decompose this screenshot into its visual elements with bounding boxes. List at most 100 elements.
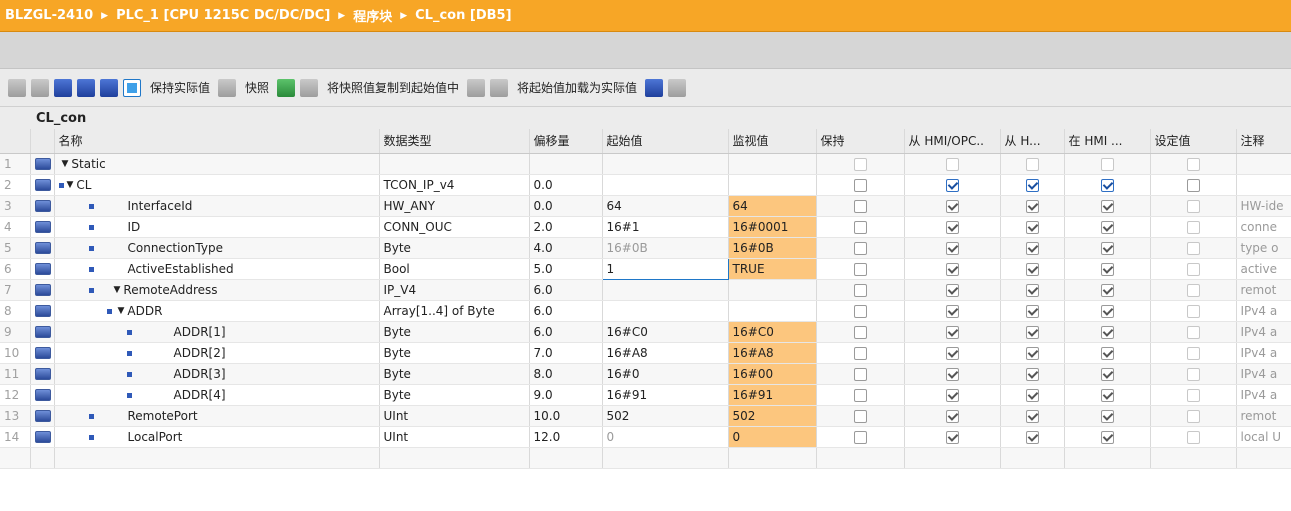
copy-snapshot-all-icon[interactable] xyxy=(300,78,319,97)
setpoint-checkbox[interactable] xyxy=(1186,220,1200,234)
hmi-accessible-checkbox[interactable] xyxy=(945,241,959,255)
retain-checkbox[interactable] xyxy=(853,430,867,444)
collapse-arrow-icon[interactable]: ▼ xyxy=(62,159,69,169)
col-monitor-value[interactable]: 监视值 xyxy=(728,129,817,154)
hmi-writable-checkbox[interactable] xyxy=(1025,346,1039,360)
retain-checkbox[interactable] xyxy=(853,220,867,234)
col-hmi-accessible[interactable]: 从 HMI/OPC.. xyxy=(904,129,1001,154)
snapshot-button[interactable]: 快照 xyxy=(245,79,269,96)
insert-row-icon[interactable] xyxy=(8,78,26,97)
hmi-accessible-checkbox[interactable] xyxy=(945,325,959,339)
monitor-all-icon[interactable] xyxy=(123,78,141,97)
hmi-visible-checkbox[interactable] xyxy=(1100,388,1114,402)
setpoint-checkbox[interactable] xyxy=(1186,304,1200,318)
hmi-writable-checkbox[interactable] xyxy=(1025,283,1039,297)
collapse-arrow-icon[interactable]: ▼ xyxy=(114,285,121,295)
copy-snapshot-icon[interactable] xyxy=(277,78,296,97)
copy-snapshot-to-start-button[interactable]: 将快照值复制到起始值中 xyxy=(327,79,459,96)
col-name[interactable]: 名称 xyxy=(54,129,380,154)
setpoint-checkbox[interactable] xyxy=(1186,409,1200,423)
hmi-writable-checkbox[interactable] xyxy=(1025,157,1039,171)
setpoint-checkbox[interactable] xyxy=(1186,367,1200,381)
retain-checkbox[interactable] xyxy=(853,409,867,423)
hmi-writable-checkbox[interactable] xyxy=(1025,178,1039,192)
collapse-arrow-icon[interactable]: ▼ xyxy=(67,180,74,190)
hmi-writable-checkbox[interactable] xyxy=(1025,430,1039,444)
hmi-writable-checkbox[interactable] xyxy=(1025,262,1039,276)
col-datatype[interactable]: 数据类型 xyxy=(379,129,530,154)
col-setpoint[interactable]: 设定值 xyxy=(1150,129,1237,154)
hmi-visible-checkbox[interactable] xyxy=(1100,220,1114,234)
hmi-visible-checkbox[interactable] xyxy=(1100,325,1114,339)
start-value-edit-field[interactable]: 1 xyxy=(601,257,729,280)
table-row[interactable]: 8 ▼ ADDR Array[1..4] of Byte 6.0 IPv4 a xyxy=(0,300,1291,322)
setpoint-checkbox[interactable] xyxy=(1186,262,1200,276)
table-row[interactable]: 11 ADDR[3] Byte 8.0 16#0 16#00 IPv4 a xyxy=(0,363,1291,385)
breadcrumb-project[interactable]: BLZGL-2410 xyxy=(5,8,93,23)
hmi-accessible-checkbox[interactable] xyxy=(945,262,959,276)
collapse-arrow-icon[interactable]: ▼ xyxy=(118,306,125,316)
download-icon[interactable] xyxy=(645,78,664,97)
setpoint-checkbox[interactable] xyxy=(1186,430,1200,444)
keep-actual-values-button[interactable]: 保持实际值 xyxy=(150,79,210,96)
table-row[interactable]: 1 ▼ Static xyxy=(0,153,1291,175)
setpoint-checkbox[interactable] xyxy=(1186,199,1200,213)
table-row[interactable]: 2 ▼ CL TCON_IP_v4 0.0 xyxy=(0,174,1291,196)
hmi-accessible-checkbox[interactable] xyxy=(945,304,959,318)
setpoint-checkbox[interactable] xyxy=(1186,325,1200,339)
hmi-accessible-checkbox[interactable] xyxy=(945,409,959,423)
col-start-value[interactable]: 起始值 xyxy=(602,129,729,154)
setpoint-checkbox[interactable] xyxy=(1186,157,1200,171)
table-row[interactable]: 10 ADDR[2] Byte 7.0 16#A8 16#A8 IPv4 a xyxy=(0,342,1291,364)
setpoint-checkbox[interactable] xyxy=(1186,283,1200,297)
table-row[interactable]: 6 ActiveEstablished Bool 5.0 1 TRUE acti… xyxy=(0,257,1291,280)
load-start-icon[interactable] xyxy=(467,78,486,97)
hmi-visible-checkbox[interactable] xyxy=(1100,367,1114,381)
table-row[interactable]: 9 ADDR[1] Byte 6.0 16#C0 16#C0 IPv4 a xyxy=(0,321,1291,343)
hmi-accessible-checkbox[interactable] xyxy=(945,430,959,444)
setpoint-checkbox[interactable] xyxy=(1186,388,1200,402)
setpoint-checkbox[interactable] xyxy=(1186,178,1200,192)
hmi-writable-checkbox[interactable] xyxy=(1025,241,1039,255)
retain-checkbox[interactable] xyxy=(853,262,867,276)
retain-checkbox[interactable] xyxy=(853,346,867,360)
hmi-writable-checkbox[interactable] xyxy=(1025,220,1039,234)
load-start-as-actual-button[interactable]: 将起始值加载为实际值 xyxy=(517,79,637,96)
breadcrumb-program-blocks[interactable]: 程序块 xyxy=(353,6,392,25)
hmi-accessible-checkbox[interactable] xyxy=(945,220,959,234)
col-hmi-writable[interactable]: 从 H... xyxy=(1000,129,1065,154)
hmi-visible-checkbox[interactable] xyxy=(1100,409,1114,423)
retain-checkbox[interactable] xyxy=(853,157,867,171)
hmi-accessible-checkbox[interactable] xyxy=(945,178,959,192)
load-start-all-icon[interactable] xyxy=(490,78,509,97)
setpoint-checkbox[interactable] xyxy=(1186,346,1200,360)
hmi-writable-checkbox[interactable] xyxy=(1025,367,1039,381)
retain-checkbox[interactable] xyxy=(853,304,867,318)
table-row[interactable]: 13 RemotePort UInt 10.0 502 502 remot xyxy=(0,405,1291,427)
list-view-icon[interactable] xyxy=(100,78,118,97)
hmi-writable-checkbox[interactable] xyxy=(1025,388,1039,402)
hmi-visible-checkbox[interactable] xyxy=(1100,283,1114,297)
hmi-writable-checkbox[interactable] xyxy=(1025,325,1039,339)
hmi-accessible-checkbox[interactable] xyxy=(945,199,959,213)
table-row[interactable]: 7 ▼ RemoteAddress IP_V4 6.0 remot xyxy=(0,279,1291,301)
table-row[interactable]: 5 ConnectionType Byte 4.0 16#0B 16#0B ty… xyxy=(0,237,1291,259)
expand-all-icon[interactable] xyxy=(54,78,72,97)
hmi-accessible-checkbox[interactable] xyxy=(945,346,959,360)
hmi-accessible-checkbox[interactable] xyxy=(945,157,959,171)
table-row[interactable]: 12 ADDR[4] Byte 9.0 16#91 16#91 IPv4 a xyxy=(0,384,1291,406)
table-row[interactable]: 4 ID CONN_OUC 2.0 16#1 16#0001 conne xyxy=(0,216,1291,238)
hmi-writable-checkbox[interactable] xyxy=(1025,304,1039,318)
hmi-visible-checkbox[interactable] xyxy=(1100,346,1114,360)
breadcrumb-db[interactable]: CL_con [DB5] xyxy=(415,8,511,23)
breadcrumb-plc[interactable]: PLC_1 [CPU 1215C DC/DC/DC] xyxy=(116,8,330,23)
retain-checkbox[interactable] xyxy=(853,178,867,192)
collapse-all-icon[interactable] xyxy=(77,78,95,97)
add-row-icon[interactable] xyxy=(31,78,49,97)
retain-checkbox[interactable] xyxy=(853,241,867,255)
hmi-visible-checkbox[interactable] xyxy=(1100,430,1114,444)
hmi-accessible-checkbox[interactable] xyxy=(945,388,959,402)
hmi-accessible-checkbox[interactable] xyxy=(945,367,959,381)
table-row[interactable]: 3 InterfaceId HW_ANY 0.0 64 64 HW-ide xyxy=(0,195,1291,217)
hmi-writable-checkbox[interactable] xyxy=(1025,199,1039,213)
